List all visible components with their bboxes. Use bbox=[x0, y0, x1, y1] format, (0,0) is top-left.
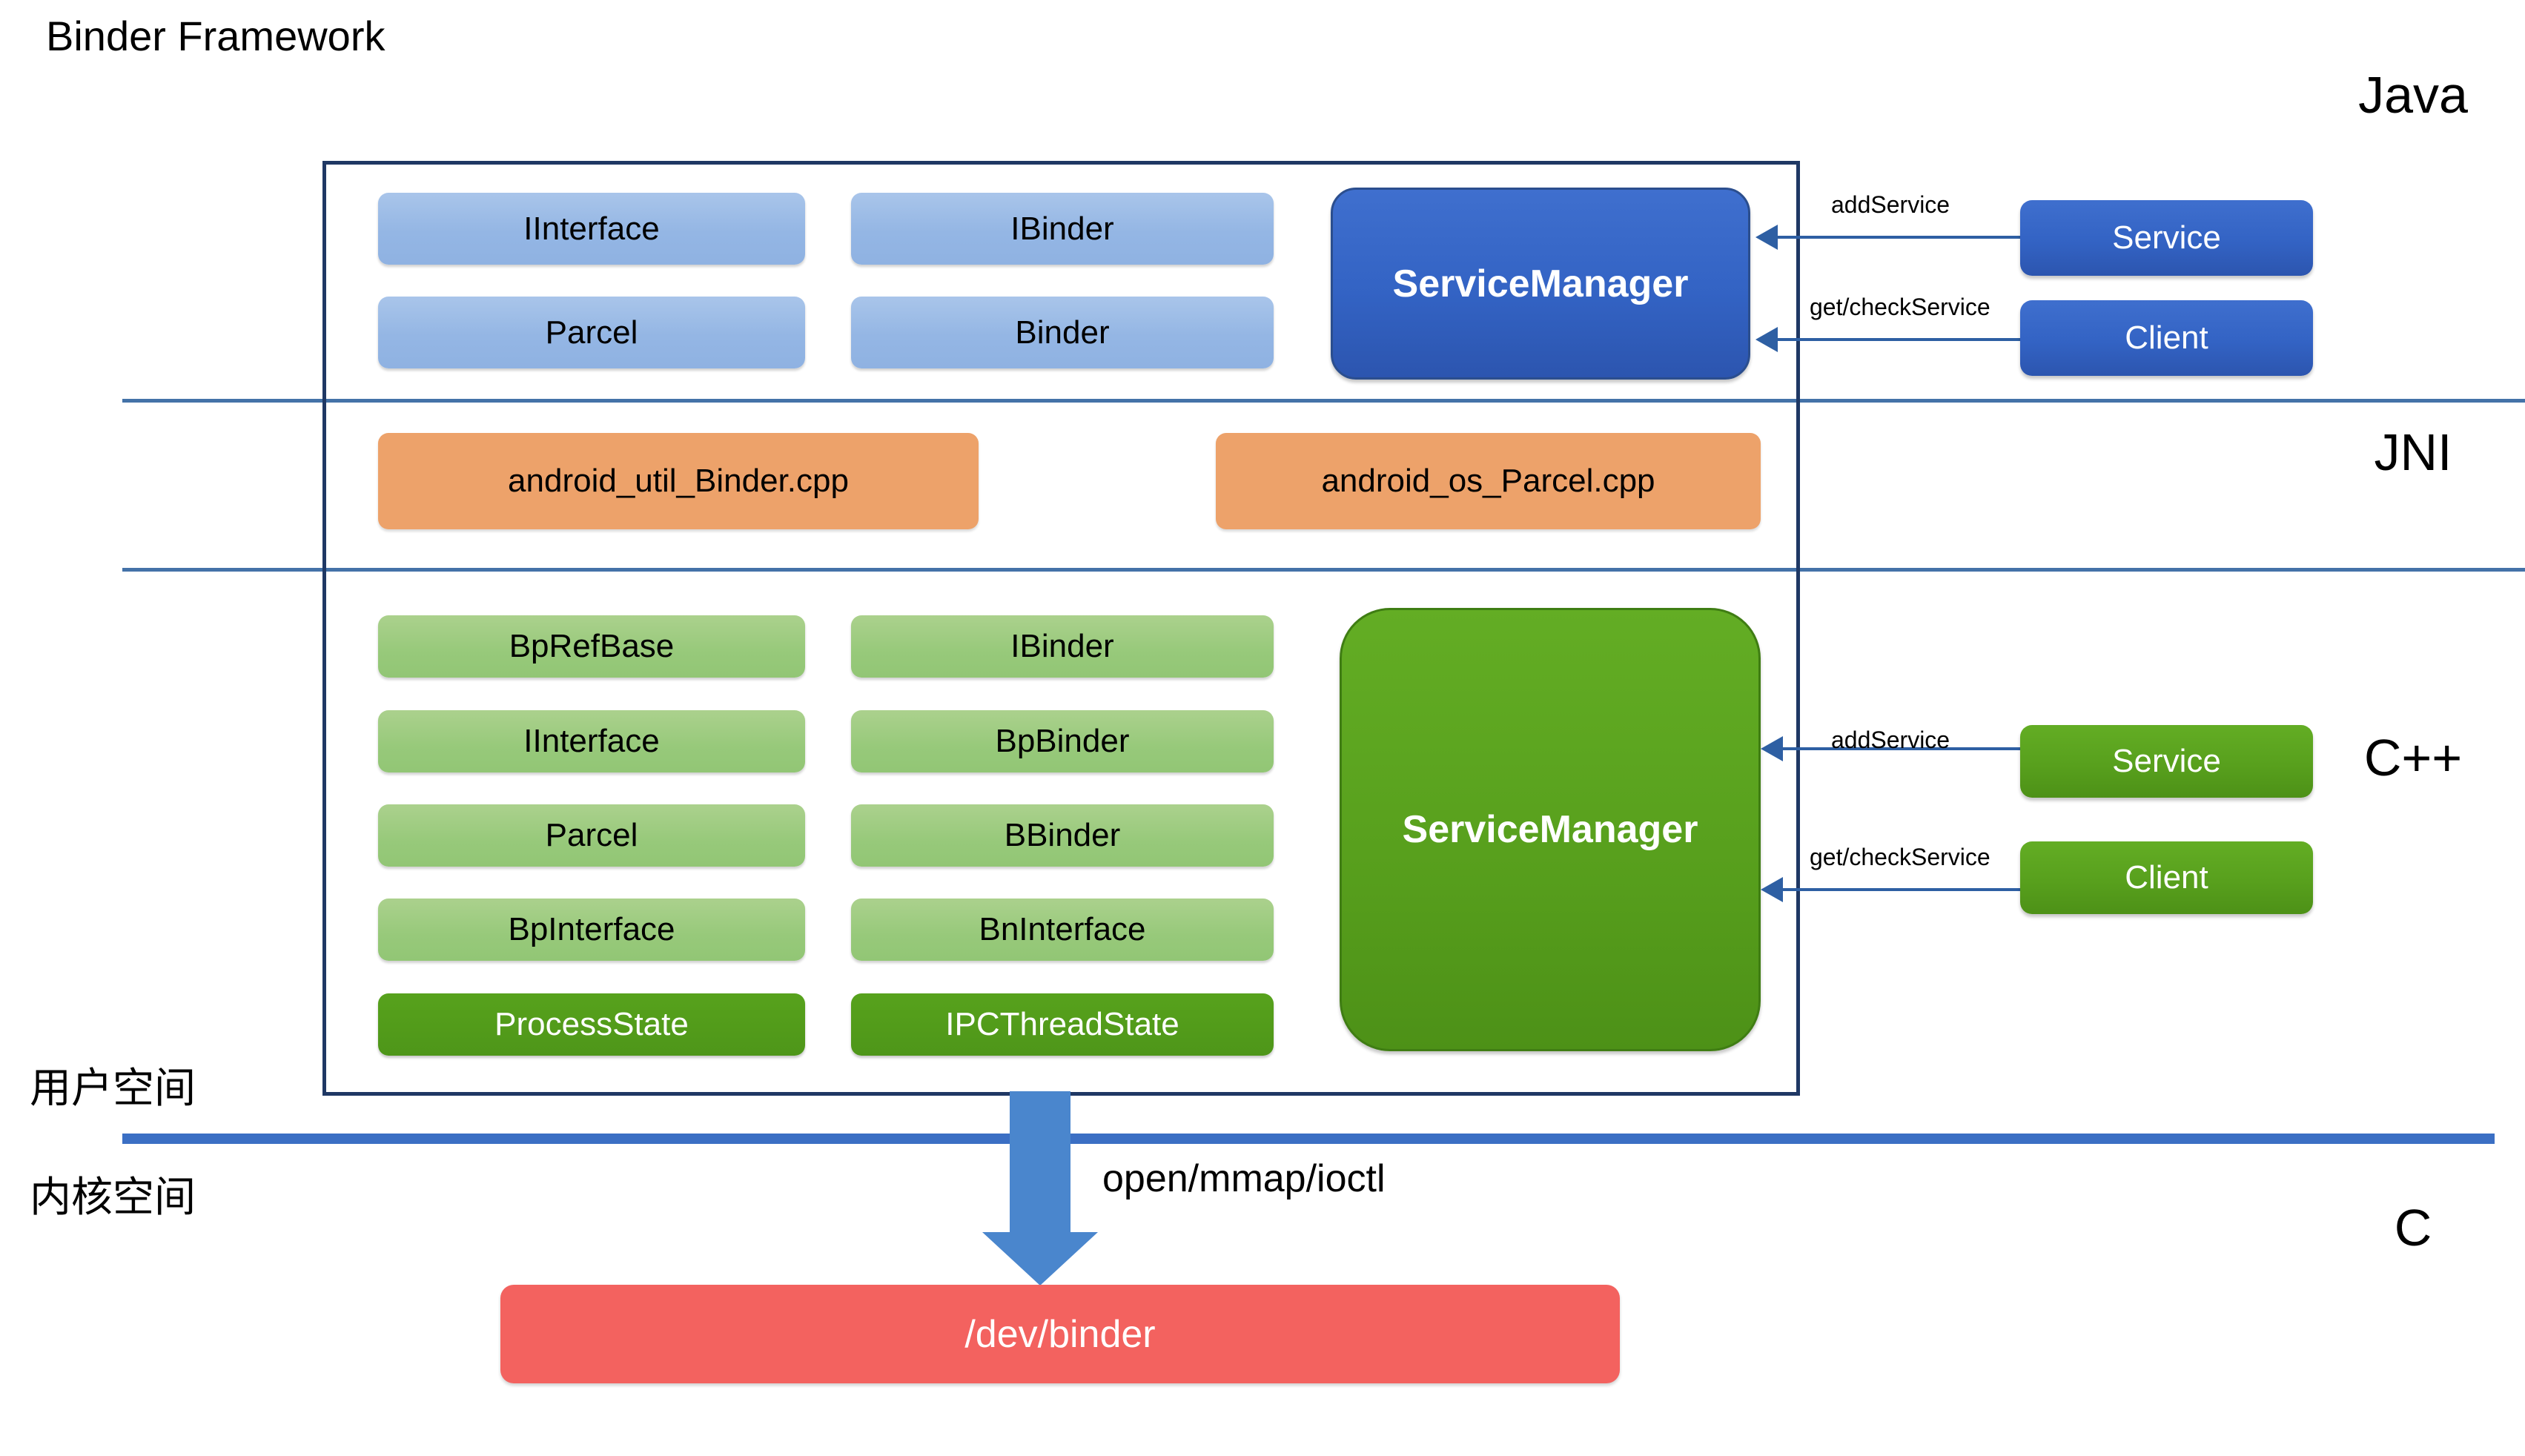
jni-box-android-os-parcel-label: android_os_Parcel.cpp bbox=[1321, 463, 1655, 499]
cpp-box-bninterface[interactable]: BnInterface bbox=[851, 899, 1274, 961]
jni-box-android-util-binder[interactable]: android_util_Binder.cpp bbox=[378, 433, 979, 529]
cpp-box-ibinder-label: IBinder bbox=[1010, 628, 1114, 664]
java-box-binder-label: Binder bbox=[1015, 314, 1110, 351]
divider-user-kernel bbox=[122, 1134, 2495, 1144]
cpp-caller-service-label: Service bbox=[2112, 743, 2221, 779]
cpp-box-bbinder-label: BBinder bbox=[1004, 817, 1121, 853]
java-addservice-arrow-head bbox=[1755, 225, 1778, 250]
cpp-addservice-arrow-head bbox=[1761, 736, 1783, 761]
java-caller-service[interactable]: Service bbox=[2020, 200, 2313, 276]
java-getcheckservice-arrow-line bbox=[1778, 338, 2022, 341]
syscall-down-arrow-shaft bbox=[1010, 1091, 1070, 1234]
cpp-caller-client[interactable]: Client bbox=[2020, 841, 2313, 914]
java-box-ibinder-label: IBinder bbox=[1010, 210, 1114, 247]
syscall-down-arrow-head bbox=[982, 1232, 1098, 1285]
jni-box-android-util-binder-label: android_util_Binder.cpp bbox=[508, 463, 849, 499]
java-caller-service-label: Service bbox=[2112, 219, 2221, 256]
java-getcheckservice-arrow-head bbox=[1755, 327, 1778, 352]
java-caller-client-label: Client bbox=[2125, 320, 2208, 356]
java-getcheckservice-caption: get/checkService bbox=[1810, 294, 1990, 320]
cpp-box-iinterface[interactable]: IInterface bbox=[378, 710, 805, 772]
layer-label-cpp: C++ bbox=[2363, 729, 2463, 787]
kernel-space-label: 内核空间 bbox=[30, 1174, 196, 1220]
layer-label-java: Java bbox=[2358, 66, 2468, 124]
syscall-label: open/mmap/ioctl bbox=[1102, 1157, 1386, 1200]
jni-box-android-os-parcel[interactable]: android_os_Parcel.cpp bbox=[1216, 433, 1761, 529]
cpp-box-ipcthreadstate-label: IPCThreadState bbox=[945, 1006, 1179, 1042]
cpp-getcheckservice-arrow-line bbox=[1783, 888, 2020, 891]
cpp-box-bninterface-label: BnInterface bbox=[979, 911, 1146, 947]
dev-binder-label: /dev/binder bbox=[964, 1312, 1156, 1356]
user-space-label: 用户空间 bbox=[30, 1065, 196, 1111]
cpp-box-ibinder[interactable]: IBinder bbox=[851, 615, 1274, 678]
cpp-box-ipcthreadstate[interactable]: IPCThreadState bbox=[851, 993, 1274, 1056]
java-box-iinterface-label: IInterface bbox=[523, 210, 660, 247]
java-box-parcel-label: Parcel bbox=[545, 314, 638, 351]
layer-label-jni: JNI bbox=[2374, 423, 2452, 481]
cpp-caller-service[interactable]: Service bbox=[2020, 725, 2313, 798]
java-box-binder[interactable]: Binder bbox=[851, 297, 1274, 368]
java-caller-client[interactable]: Client bbox=[2020, 300, 2313, 376]
cpp-box-bpbinder[interactable]: BpBinder bbox=[851, 710, 1274, 772]
java-box-parcel[interactable]: Parcel bbox=[378, 297, 805, 368]
cpp-getcheckservice-caption: get/checkService bbox=[1810, 844, 1990, 870]
cpp-service-manager-label: ServiceManager bbox=[1402, 808, 1698, 851]
cpp-getcheckservice-arrow-head bbox=[1761, 877, 1783, 902]
page-title: Binder Framework bbox=[46, 13, 385, 59]
cpp-box-bprefbase[interactable]: BpRefBase bbox=[378, 615, 805, 678]
java-addservice-arrow-line bbox=[1778, 236, 2022, 239]
java-service-manager-label: ServiceManager bbox=[1392, 262, 1689, 305]
cpp-box-bprefbase-label: BpRefBase bbox=[509, 628, 675, 664]
layer-label-c: C bbox=[2394, 1199, 2432, 1257]
cpp-box-parcel[interactable]: Parcel bbox=[378, 804, 805, 867]
cpp-box-processstate-label: ProcessState bbox=[494, 1006, 689, 1042]
cpp-box-bpinterface[interactable]: BpInterface bbox=[378, 899, 805, 961]
java-box-ibinder[interactable]: IBinder bbox=[851, 193, 1274, 265]
cpp-box-bpbinder-label: BpBinder bbox=[995, 723, 1130, 759]
cpp-addservice-caption: addService bbox=[1831, 727, 1950, 753]
cpp-box-bpinterface-label: BpInterface bbox=[508, 911, 675, 947]
cpp-box-iinterface-label: IInterface bbox=[523, 723, 660, 759]
java-addservice-caption: addService bbox=[1831, 191, 1950, 218]
java-service-manager[interactable]: ServiceManager bbox=[1331, 188, 1750, 380]
cpp-service-manager[interactable]: ServiceManager bbox=[1340, 608, 1761, 1051]
cpp-box-parcel-label: Parcel bbox=[545, 817, 638, 853]
dev-binder-box[interactable]: /dev/binder bbox=[500, 1285, 1620, 1383]
cpp-caller-client-label: Client bbox=[2125, 859, 2208, 896]
cpp-box-bbinder[interactable]: BBinder bbox=[851, 804, 1274, 867]
java-box-iinterface[interactable]: IInterface bbox=[378, 193, 805, 265]
cpp-box-processstate[interactable]: ProcessState bbox=[378, 993, 805, 1056]
